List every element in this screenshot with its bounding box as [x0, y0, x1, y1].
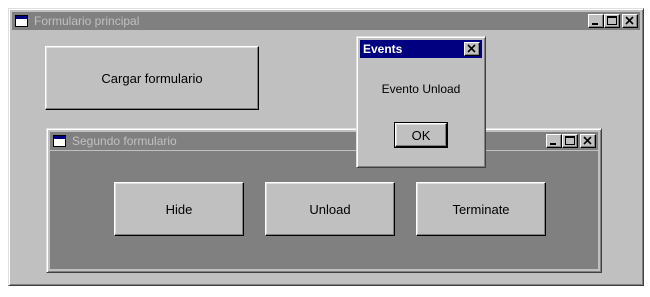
minimize-icon	[592, 23, 598, 25]
close-button[interactable]	[622, 14, 638, 28]
message-box-caption-buttons	[464, 42, 480, 56]
message-box-window: Events Evento Unload OK	[356, 36, 486, 168]
form-icon	[15, 15, 28, 27]
second-form-title: Segundo formulario	[72, 134, 177, 148]
second-form-window: Segundo formulario Hide Unload Terminate	[46, 128, 602, 273]
main-form-titlebar[interactable]: Formulario principal	[12, 12, 640, 30]
close-icon	[583, 136, 592, 145]
minimize-button[interactable]	[546, 134, 562, 148]
close-icon	[625, 16, 634, 25]
message-box-titlebar[interactable]: Events	[360, 40, 482, 58]
load-form-button[interactable]: Cargar formulario	[45, 46, 259, 110]
main-form-title: Formulario principal	[34, 14, 140, 28]
second-form-caption-buttons	[546, 134, 596, 148]
desktop: Formulario principal Cargar formulario S…	[0, 0, 650, 297]
form-icon	[53, 135, 66, 147]
second-form-titlebar[interactable]: Segundo formulario	[50, 132, 598, 150]
maximize-button[interactable]	[562, 134, 578, 148]
second-form-client: Hide Unload Terminate	[50, 151, 598, 269]
hide-button[interactable]: Hide	[114, 182, 244, 236]
message-box-text: Evento Unload	[381, 82, 461, 96]
terminate-button[interactable]: Terminate	[416, 182, 546, 236]
message-box-title: Events	[363, 42, 403, 56]
main-form-caption-buttons	[588, 14, 638, 28]
main-form-window: Formulario principal Cargar formulario S…	[8, 8, 644, 286]
maximize-icon	[607, 16, 617, 25]
ok-button[interactable]: OK	[394, 122, 448, 148]
maximize-button[interactable]	[604, 14, 620, 28]
minimize-button[interactable]	[588, 14, 604, 28]
maximize-icon	[565, 136, 575, 145]
minimize-icon	[550, 143, 556, 145]
close-button[interactable]	[580, 134, 596, 148]
unload-button[interactable]: Unload	[265, 182, 395, 236]
close-icon	[467, 44, 476, 53]
close-button[interactable]	[464, 42, 480, 56]
